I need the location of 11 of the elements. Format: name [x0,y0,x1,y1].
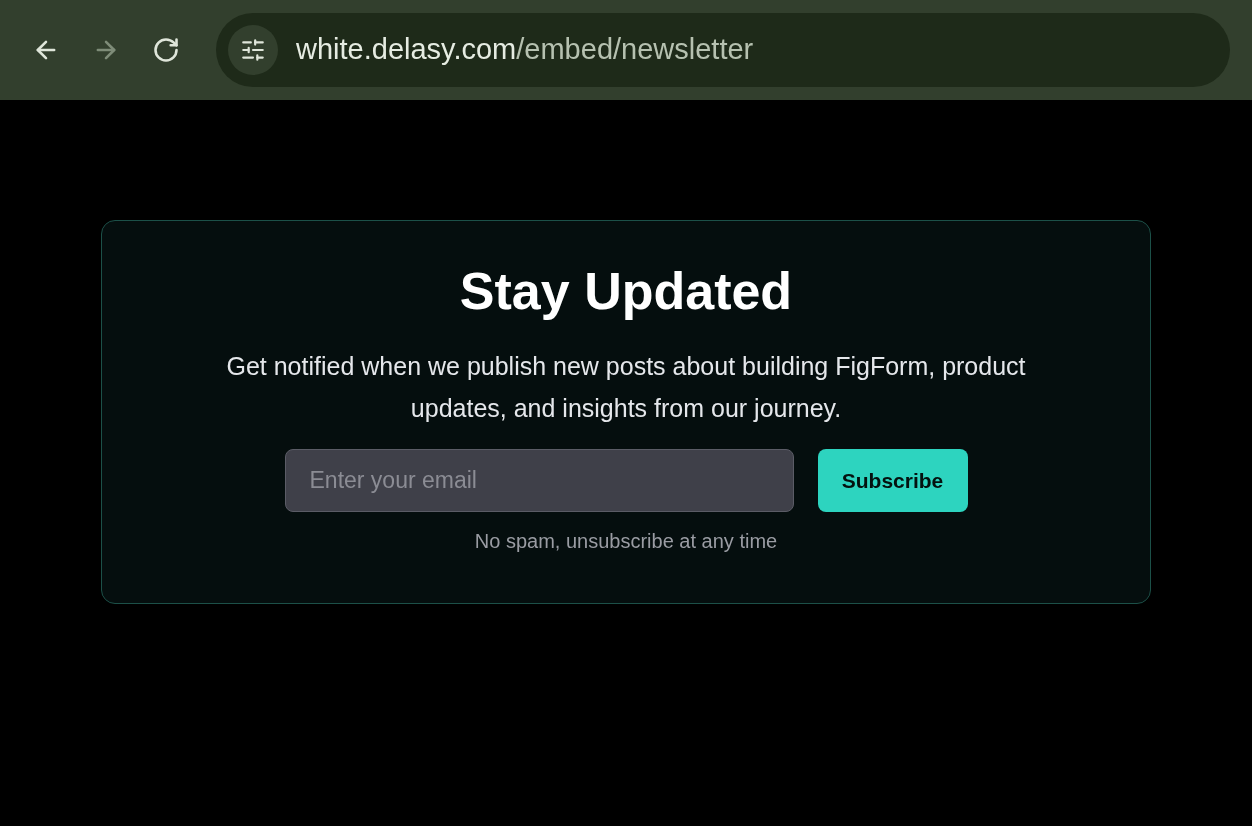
sliders-icon [240,37,266,63]
privacy-note: No spam, unsubscribe at any time [474,529,778,554]
site-settings-button[interactable] [228,25,278,75]
email-field[interactable]: Enter your email [284,449,794,512]
card-description: Get notified when we publish new posts about building FigForm, product updates, and insights from our journey. [225,351,1027,424]
subscribe-button[interactable]: Subscribe [817,449,968,512]
reload-icon [152,36,180,64]
card-title: Stay Updated [459,261,793,321]
address-bar[interactable]: white.delasy.com/embed/newsletter [216,13,1230,87]
url-path: /embed/newsletter [516,32,754,68]
url-host: white.delasy.com [296,32,517,68]
